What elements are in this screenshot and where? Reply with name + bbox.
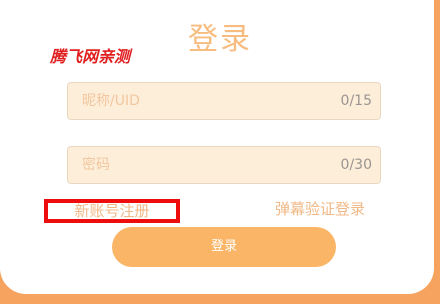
login-button[interactable]: 登录 — [112, 227, 336, 267]
password-placeholder: 密码 — [82, 157, 110, 173]
uid-placeholder: 昵称/UID — [82, 93, 140, 109]
password-field[interactable]: 密码 0/30 — [67, 146, 381, 184]
register-link[interactable]: 新账号注册 — [44, 199, 180, 223]
uid-char-counter: 0/15 — [340, 93, 372, 109]
login-card: 登录 腾飞网亲测 昵称/UID 0/15 密码 0/30 新账号注册 弹幕验证登… — [0, 0, 434, 294]
watermark-text: 腾飞网亲测 — [50, 47, 131, 66]
uid-field[interactable]: 昵称/UID 0/15 — [67, 82, 381, 120]
danmaku-login-link[interactable]: 弹幕验证登录 — [275, 198, 365, 220]
password-char-counter: 0/30 — [340, 157, 372, 173]
